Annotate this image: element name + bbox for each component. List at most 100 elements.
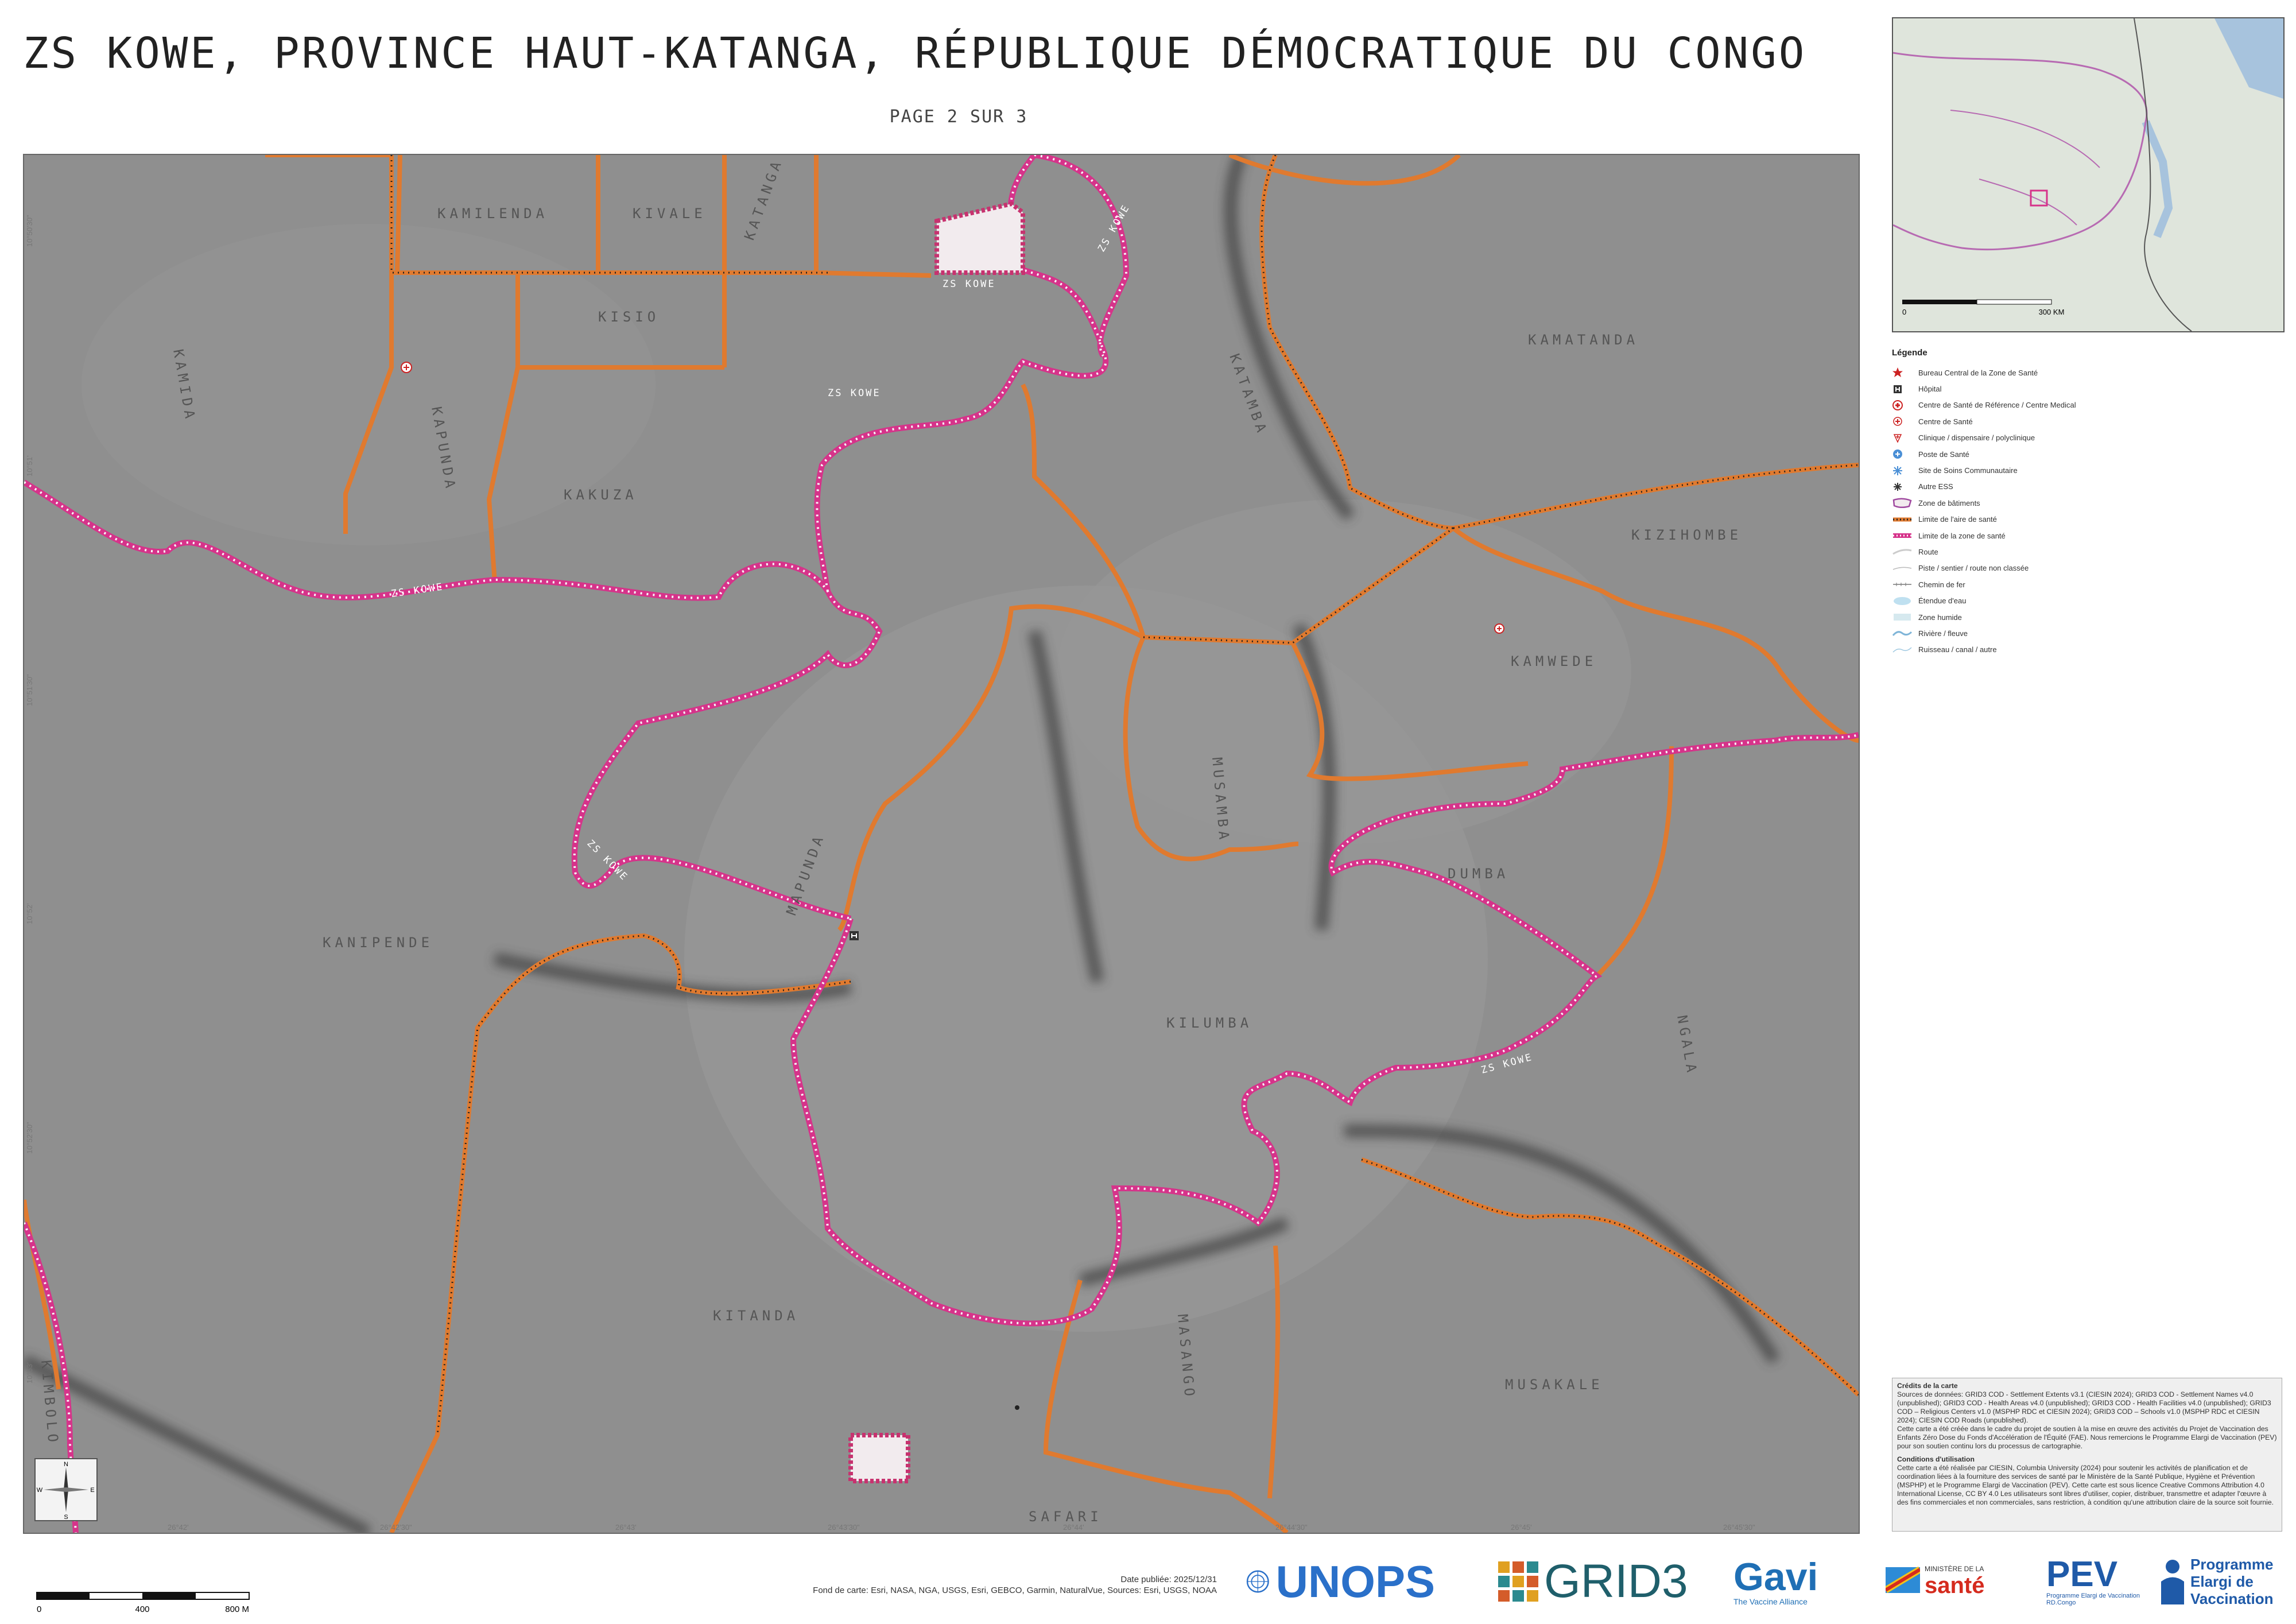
area-label: KAKUZA [564, 487, 638, 503]
publication-info: Date publiée: 2025/12/31 Fond de carte: … [746, 1574, 1217, 1596]
ministere-logo: MINISTÈRE DE LA santé [1886, 1550, 2035, 1613]
unops-wordmark: UNOPS [1275, 1556, 1435, 1607]
hospital-icon[interactable] [850, 931, 859, 940]
graticule-label: 26°45' [1511, 1523, 1532, 1532]
publication-date: Date publiée: 2025/12/31 [1120, 1575, 1217, 1584]
clinic-icon [1892, 432, 1918, 444]
main-map[interactable]: KAMILENDA KIVALE KISIO KAKUZA KAMATANDA … [23, 154, 1860, 1534]
area-label: KITANDA [713, 1308, 799, 1324]
other-ess-icon[interactable] [1015, 1405, 1019, 1410]
programme-line: Vaccination [2190, 1590, 2274, 1607]
compass-rose: N S E W [34, 1458, 98, 1521]
graticule-label: 26°45'30" [1723, 1523, 1755, 1532]
legend-item: Poste de Santé [1892, 446, 2282, 462]
track-icon [1892, 563, 1918, 574]
un-emblem-icon [1246, 1570, 1269, 1593]
water-body-icon [1892, 595, 1918, 607]
graticule-label: 26°43'30" [828, 1523, 860, 1532]
gavi-tagline: The Vaccine Alliance [1733, 1597, 1808, 1606]
legend-label: Route [1918, 547, 1938, 556]
credits-box: Crédits de la carte Sources de données: … [1892, 1378, 2282, 1532]
legend-item: Piste / sentier / route non classée [1892, 560, 2282, 576]
legend-title: Légende [1892, 348, 1927, 358]
legend-label: Limite de la zone de santé [1918, 531, 2006, 540]
road-icon [1892, 546, 1918, 557]
scale-label: 0 [37, 1604, 41, 1614]
drc-flag-icon [1886, 1566, 1920, 1594]
building-zone-icon [1892, 497, 1918, 509]
conditions-text: Cette carte a été réalisée par CIESIN, C… [1897, 1464, 2274, 1506]
legend-label: Chemin de fer [1918, 580, 1965, 589]
area-label: SAFARI [1029, 1509, 1103, 1525]
legend-item: Rivière / fleuve [1892, 625, 2282, 641]
gavi-wordmark: Gavi [1733, 1555, 1818, 1599]
legend-item: Hôpital [1892, 381, 2282, 397]
graticule-label: 10°53' [25, 1362, 34, 1383]
area-label: KAMILENDA [437, 206, 548, 222]
legend-item: Limite de l'aire de santé [1892, 511, 2282, 528]
legend-item: Centre de Santé de Référence / Centre Me… [1892, 397, 2282, 413]
legend-label: Ruisseau / canal / autre [1918, 645, 1997, 654]
area-label: MUSAKALE [1505, 1377, 1604, 1393]
legend: Légende Bureau Central de la Zone de San… [1892, 348, 2282, 658]
legend-item: Route [1892, 544, 2282, 560]
inset-scale-label: 0 [1902, 308, 1906, 316]
legend-label: Site de Soins Communautaire [1918, 466, 2018, 475]
grid3-wordmark: GRID3 [1544, 1555, 1688, 1607]
legend-label: Zone humide [1918, 613, 1962, 622]
compass-s: S [64, 1514, 68, 1520]
legend-label: Rivière / fleuve [1918, 629, 1968, 638]
graticule-label: 10°51'30" [25, 674, 34, 706]
building-zone [848, 1433, 910, 1483]
programme-line: Programme [2190, 1556, 2274, 1573]
health-center-icon[interactable] [401, 362, 412, 373]
graticule-label: 26°44' [1063, 1523, 1084, 1532]
scale-label: 400 [135, 1604, 149, 1614]
legend-label: Poste de Santé [1918, 449, 1969, 459]
stream-icon [1892, 644, 1918, 656]
health-area-boundary-icon [1892, 514, 1918, 525]
map-canvas: KAMILENDA KIVALE KISIO KAKUZA KAMATANDA … [24, 155, 1859, 1533]
other-ess-icon [1892, 481, 1918, 493]
graticule-label: 10°52' [25, 903, 34, 924]
programme-line: Elargi de [2190, 1573, 2254, 1590]
credits-sources: Sources de données: GRID3 COD - Settleme… [1897, 1390, 2271, 1424]
pev-subtitle: Programme Elargi de Vaccination [2046, 1592, 2140, 1599]
health-center-icon[interactable] [1494, 623, 1504, 634]
zone-label: ZS KOWE [943, 278, 996, 290]
graticule-label: 26°44'30" [1275, 1523, 1308, 1532]
legend-item: Bureau Central de la Zone de Santé [1892, 365, 2282, 381]
basemap-credit: Fond de carte: Esri, NASA, NGA, USGS, Es… [813, 1586, 1217, 1595]
graticule-label: 26°43' [615, 1523, 637, 1532]
legend-item: Centre de Santé [1892, 413, 2282, 429]
legend-label: Clinique / dispensaire / polyclinique [1918, 433, 2035, 443]
map-title: ZS KOWE, PROVINCE HAUT-KATANGA, RÉPUBLIQ… [23, 29, 1807, 78]
legend-item: Zone humide [1892, 609, 2282, 625]
area-label: KISIO [598, 309, 660, 325]
sante-wordmark: santé [1925, 1572, 1985, 1598]
partner-logos: UNOPS GRID3 Gavi The Vaccine Alliance MI… [1246, 1550, 2279, 1613]
area-label: KIZIHOMBE [1631, 527, 1742, 543]
legend-label: Piste / sentier / route non classée [1918, 564, 2029, 573]
community-care-icon [1892, 465, 1918, 476]
legend-item: Chemin de fer [1892, 576, 2282, 592]
legend-label: Centre de Santé de Référence / Centre Me… [1918, 401, 2076, 410]
legend-label: Hôpital [1918, 385, 1942, 394]
legend-label: Bureau Central de la Zone de Santé [1918, 368, 2038, 377]
unops-logo: UNOPS [1246, 1550, 1435, 1613]
graticule-label: 10°52'30" [25, 1122, 34, 1154]
inset-scale-label: 300 KM [2039, 308, 2065, 316]
graticule-label: 10°50'30" [25, 215, 34, 247]
compass-icon: N S E W [37, 1461, 95, 1521]
compass-e: E [90, 1487, 94, 1494]
conditions-title: Conditions d'utilisation [1897, 1455, 1975, 1463]
legend-item: Zone de bâtiments [1892, 495, 2282, 511]
area-label: KANIPENDE [323, 935, 433, 951]
river-icon [1892, 627, 1918, 639]
legend-label: Centre de Santé [1918, 417, 1973, 426]
compass-n: N [64, 1461, 68, 1468]
grid3-logo: GRID3 [1498, 1550, 1711, 1613]
inset-map[interactable]: 0 300 KM [1892, 17, 2285, 332]
zone-label: ZS KOWE [828, 387, 881, 399]
legend-item: Ruisseau / canal / autre [1892, 642, 2282, 658]
